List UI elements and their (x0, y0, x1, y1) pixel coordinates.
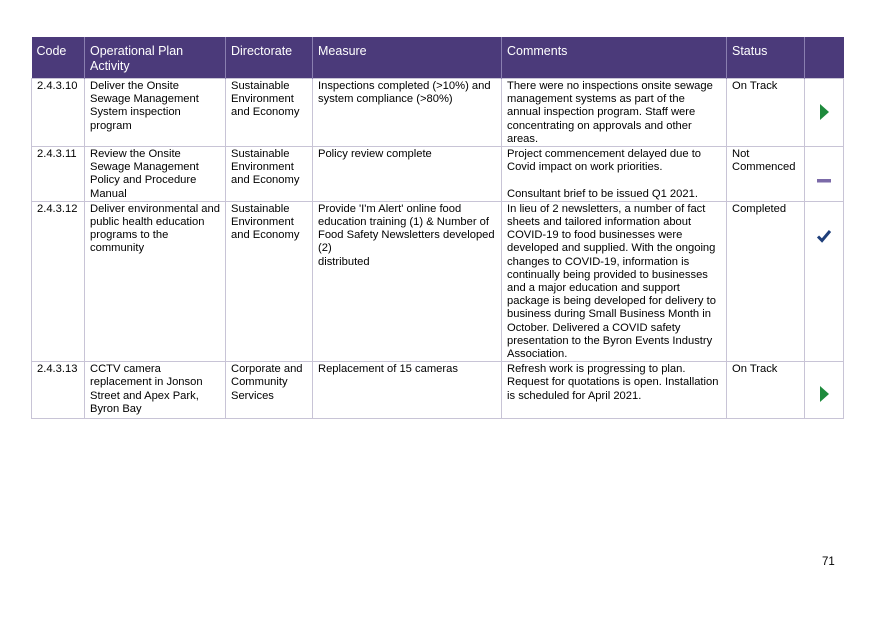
cell-comments: There were no inspections onsite sewage … (501, 77, 727, 148)
cell-measure: Provide 'I'm Alert' online food educatio… (312, 200, 502, 363)
cell-code: 2.4.3.10 (31, 77, 85, 148)
operational-plan-table: Code Operational Plan Activity Directora… (31, 37, 844, 419)
cell-code: 2.4.3.11 (31, 146, 85, 202)
cell-activity: Deliver the Onsite Sewage Management Sys… (84, 77, 226, 148)
table-row: 2.4.3.12 Deliver environmental and publi… (31, 200, 844, 363)
cell-activity: Review the Onsite Sewage Management Poli… (84, 146, 226, 202)
checkmark-icon (816, 230, 832, 243)
cell-code: 2.4.3.13 (31, 361, 85, 419)
cell-directorate: Corporate and Community Services (225, 361, 313, 419)
cell-measure: Inspections completed (>10%) and system … (312, 77, 502, 148)
cell-status: On Track (726, 77, 805, 148)
cell-status-icon (804, 200, 844, 363)
cell-status: On Track (726, 361, 805, 419)
cell-status-icon (804, 77, 844, 148)
table-row: 2.4.3.10 Deliver the Onsite Sewage Manag… (31, 77, 844, 148)
header-activity: Operational Plan Activity (84, 37, 226, 79)
cell-status: Completed (726, 200, 805, 363)
dash-icon (817, 179, 831, 183)
cell-measure: Policy review complete (312, 146, 502, 202)
cell-directorate: Sustainable Environment and Economy (225, 77, 313, 148)
cell-code: 2.4.3.12 (31, 200, 85, 363)
cell-activity: Deliver environmental and public health … (84, 200, 226, 363)
play-arrow-icon (820, 386, 829, 403)
cell-status-icon (804, 361, 844, 419)
cell-status: Not Commenced (726, 146, 805, 202)
page-number: 71 (822, 556, 835, 568)
play-arrow-icon (820, 104, 829, 121)
header-status-icon (804, 37, 844, 79)
cell-status-icon (804, 146, 844, 202)
cell-comments: Project commencement delayed due to Covi… (501, 146, 727, 202)
table-header-row: Code Operational Plan Activity Directora… (31, 37, 844, 79)
cell-comments: In lieu of 2 newsletters, a number of fa… (501, 200, 727, 363)
header-code: Code (31, 37, 85, 79)
header-comments: Comments (501, 37, 727, 79)
cell-directorate: Sustainable Environment and Economy (225, 146, 313, 202)
cell-comments: Refresh work is progressing to plan. Req… (501, 361, 727, 419)
cell-measure: Replacement of 15 cameras (312, 361, 502, 419)
header-measure: Measure (312, 37, 502, 79)
header-directorate: Directorate (225, 37, 313, 79)
cell-activity: CCTV camera replacement in Jonson Street… (84, 361, 226, 419)
table-row: 2.4.3.11 Review the Onsite Sewage Manage… (31, 146, 844, 202)
header-status: Status (726, 37, 805, 79)
table-row: 2.4.3.13 CCTV camera replacement in Jons… (31, 361, 844, 419)
cell-directorate: Sustainable Environment and Economy (225, 200, 313, 363)
